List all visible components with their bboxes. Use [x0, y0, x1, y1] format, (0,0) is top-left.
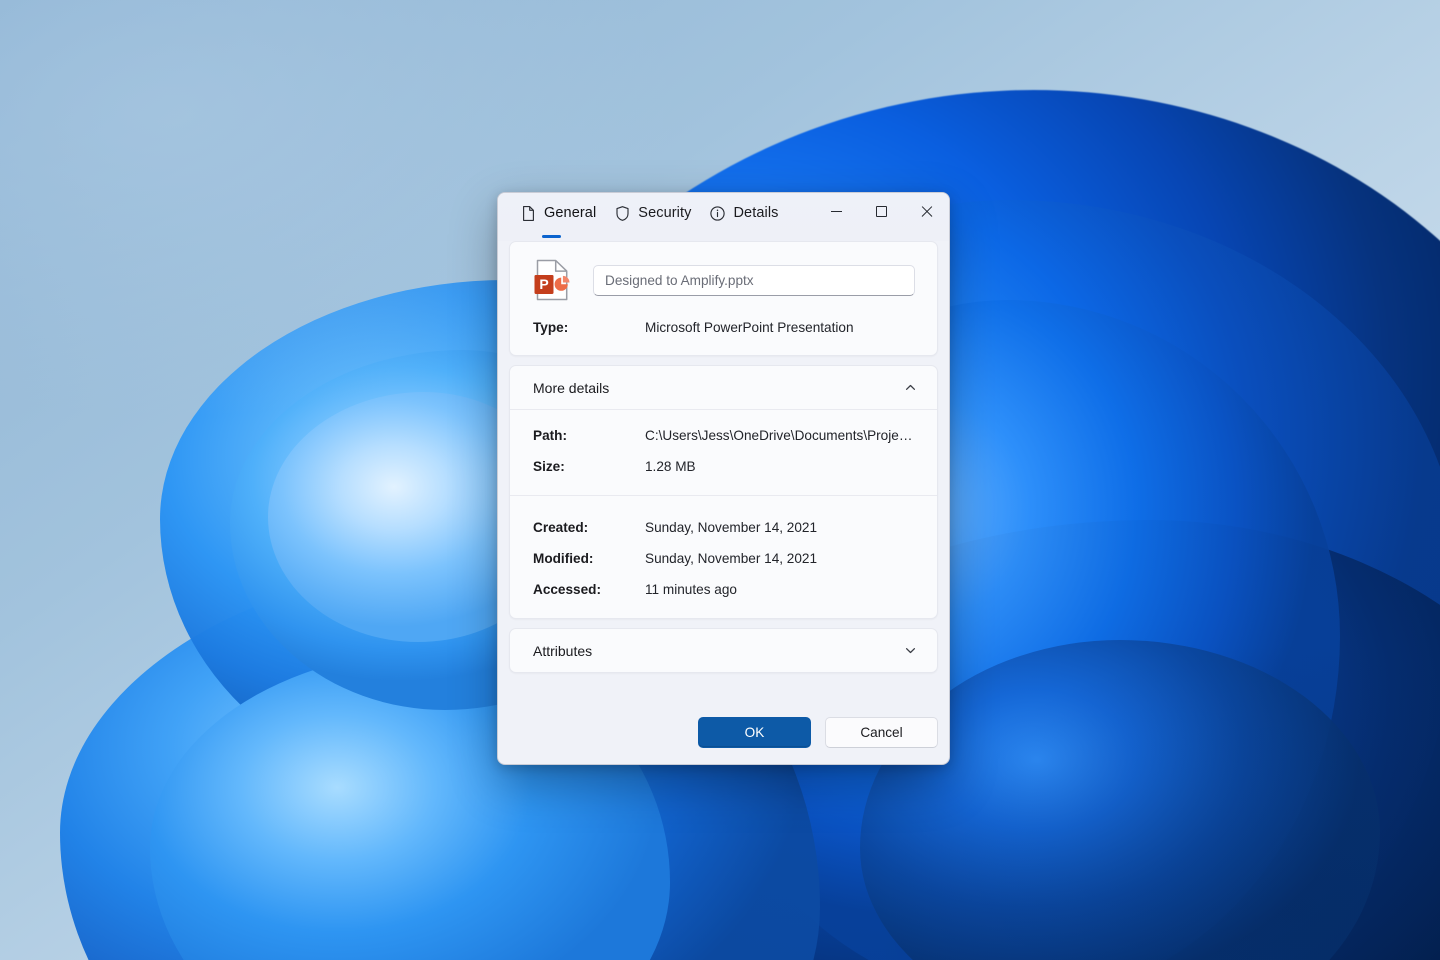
powerpoint-file-icon: P	[533, 258, 571, 302]
file-type-label: Type:	[533, 320, 569, 335]
maximize-button[interactable]	[859, 193, 904, 229]
chevron-up-icon	[904, 381, 917, 394]
detail-row-path: Path: C:\Users\Jess\OneDrive\Documents\P…	[510, 420, 937, 451]
file-properties-dialog: General Security Details P Designed to A…	[497, 192, 950, 765]
window-controls	[814, 193, 949, 229]
detail-group-dates: Created: Sunday, November 14, 2021 Modif…	[510, 495, 937, 618]
accessed-value: 11 minutes ago	[645, 582, 737, 597]
detail-row-accessed: Accessed: 11 minutes ago	[510, 574, 937, 605]
more-details-card: More details Path: C:\Users\Jess\OneDriv…	[509, 365, 938, 619]
file-name-input[interactable]	[593, 264, 915, 296]
attributes-title: Attributes	[533, 642, 593, 659]
attributes-card: Attributes	[509, 628, 938, 673]
detail-row-created: Created: Sunday, November 14, 2021	[510, 512, 937, 543]
tab-details[interactable]: Details	[701, 193, 788, 241]
shield-icon	[614, 205, 631, 222]
more-details-toggle[interactable]: More details	[510, 366, 937, 409]
file-summary-card: P Type: Microsoft PowerPoint Presentatio…	[509, 241, 938, 356]
modified-label: Modified:	[533, 551, 594, 566]
close-button[interactable]	[904, 193, 949, 229]
size-label: Size:	[533, 459, 565, 474]
detail-row-modified: Modified: Sunday, November 14, 2021	[510, 543, 937, 574]
path-value: C:\Users\Jess\OneDrive\Documents\Projec.…	[645, 428, 914, 443]
file-type-row: Type: Microsoft PowerPoint Presentation	[510, 302, 937, 355]
modified-value: Sunday, November 14, 2021	[645, 551, 818, 566]
active-tab-indicator	[542, 235, 561, 238]
dialog-body: P Type: Microsoft PowerPoint Presentatio…	[498, 241, 949, 702]
attributes-toggle[interactable]: Attributes	[510, 629, 937, 672]
accessed-label: Accessed:	[533, 582, 602, 597]
tab-general[interactable]: General	[512, 193, 606, 241]
tab-details-label: Details	[733, 205, 779, 221]
more-details-content: Path: C:\Users\Jess\OneDrive\Documents\P…	[510, 409, 937, 618]
maximize-icon	[876, 205, 887, 217]
svg-text:P: P	[539, 276, 548, 292]
tab-general-label: General	[544, 205, 597, 221]
chevron-down-icon	[904, 644, 917, 657]
document-icon	[520, 205, 537, 222]
detail-group-location: Path: C:\Users\Jess\OneDrive\Documents\P…	[510, 410, 937, 495]
minimize-icon	[831, 210, 842, 212]
desktop-wallpaper: General Security Details P Designed to A…	[0, 0, 1440, 960]
info-icon	[709, 205, 726, 222]
tab-bar: General Security Details	[512, 193, 789, 241]
created-value: Sunday, November 14, 2021	[645, 520, 818, 535]
close-icon	[920, 205, 933, 218]
path-label: Path:	[533, 428, 567, 443]
dialog-footer: OK Cancel	[498, 702, 949, 764]
more-details-title: More details	[533, 379, 610, 396]
created-label: Created:	[533, 520, 589, 535]
detail-row-size: Size: 1.28 MB	[510, 451, 937, 482]
dialog-titlebar: General Security Details	[498, 193, 949, 241]
file-name-row: P	[510, 258, 937, 302]
minimize-button[interactable]	[814, 193, 859, 229]
ok-button[interactable]: OK	[698, 717, 811, 748]
tab-security-label: Security	[638, 205, 692, 221]
cancel-button[interactable]: Cancel	[825, 717, 938, 748]
tab-security[interactable]: Security	[606, 193, 701, 241]
file-type-value: Microsoft PowerPoint Presentation	[645, 320, 854, 335]
size-value: 1.28 MB	[645, 459, 696, 474]
